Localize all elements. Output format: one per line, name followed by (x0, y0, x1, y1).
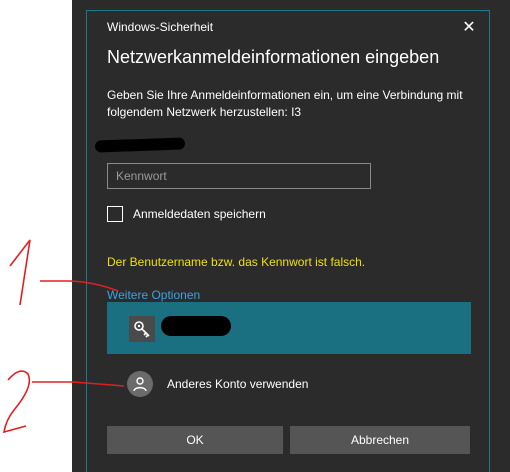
close-icon: ✕ (462, 19, 476, 36)
ok-button[interactable]: OK (107, 426, 283, 454)
background-left (0, 0, 72, 472)
use-other-account-label: Anderes Konto verwenden (167, 377, 309, 391)
cancel-button[interactable]: Abbrechen (290, 426, 470, 454)
saved-credential-tile[interactable] (107, 302, 471, 354)
remember-credentials-label: Anmeldedaten speichern (133, 207, 266, 221)
key-icon (129, 316, 155, 342)
more-options-link[interactable]: Weitere Optionen (107, 288, 200, 302)
dialog-app-title: Windows-Sicherheit (107, 20, 214, 34)
close-button[interactable]: ✕ (457, 17, 481, 39)
person-icon (127, 371, 153, 397)
checkbox-box[interactable] (107, 206, 123, 222)
redacted-account-name (161, 316, 231, 336)
password-field[interactable] (107, 163, 371, 189)
redacted-username (94, 137, 186, 153)
error-message: Der Benutzername bzw. das Kennwort ist f… (107, 255, 366, 269)
dialog-heading: Netzwerkanmeldeinformationen eingeben (107, 47, 440, 67)
dialog-description: Geben Sie Ihre Anmeldeinformationen ein,… (107, 88, 463, 119)
credential-dialog: Windows-Sicherheit ✕ Netzwerkanmeldeinfo… (86, 10, 490, 472)
